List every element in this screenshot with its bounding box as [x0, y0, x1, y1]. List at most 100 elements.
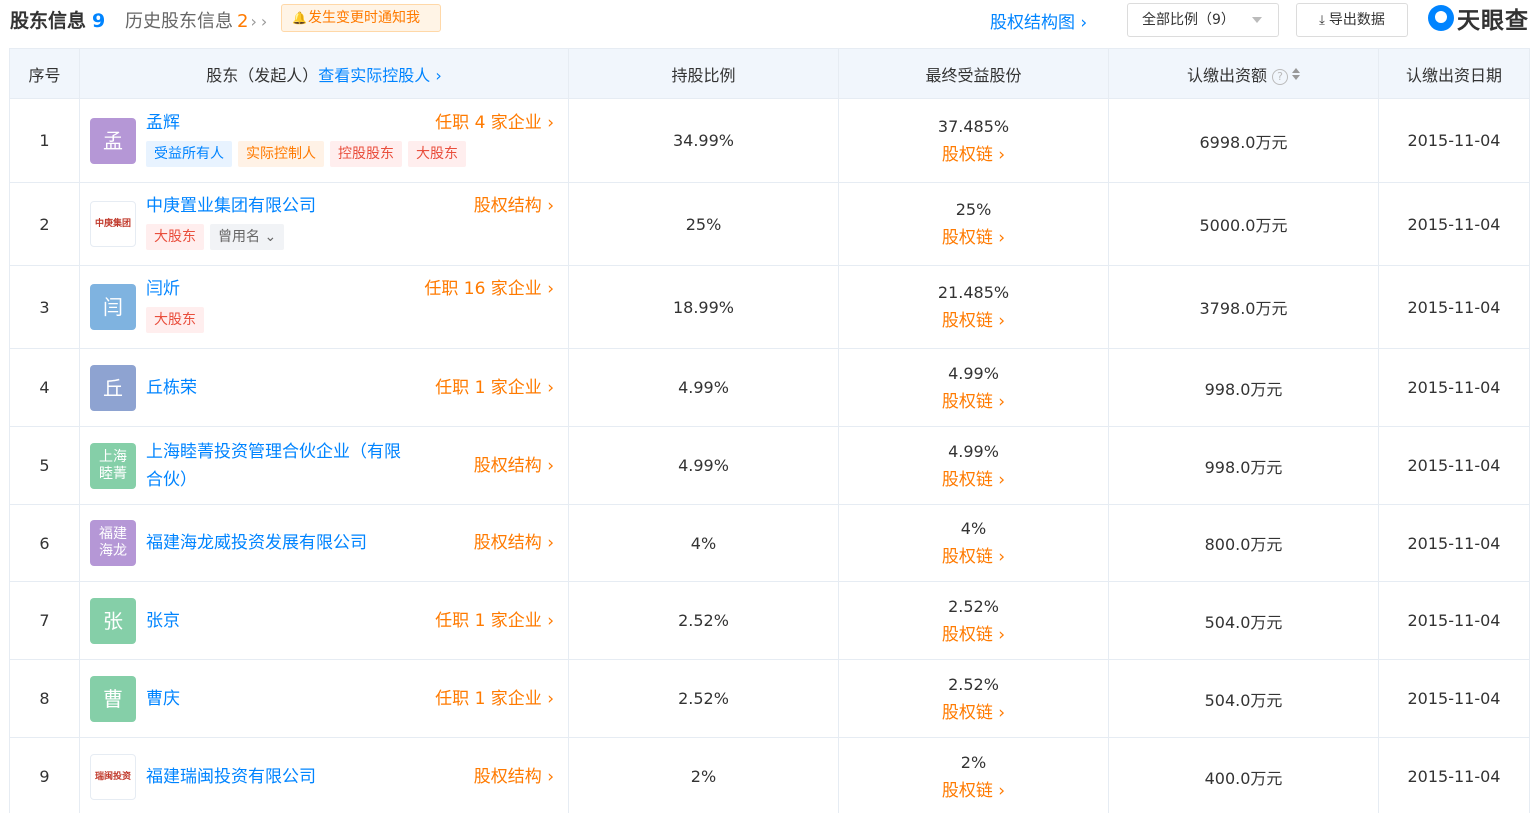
logo-icon: [1428, 5, 1454, 31]
row-index: 3: [9, 265, 80, 349]
holder-name-link[interactable]: 张京: [146, 607, 180, 635]
holding-ratio: 4.99%: [568, 426, 839, 505]
equity-chain-link[interactable]: 股权链 ›: [839, 621, 1108, 649]
chevron-right-icon: ›: [541, 113, 554, 133]
tab-shareholders[interactable]: 股东信息 9: [10, 6, 105, 33]
holder-detail-link[interactable]: 任职 1 家企业 ›: [435, 685, 554, 713]
holder-detail-link[interactable]: 任职 1 家企业 ›: [435, 374, 554, 402]
subscribed-amount: 998.0万元: [1108, 348, 1379, 427]
holder-name-link[interactable]: 福建海龙威投资发展有限公司: [146, 529, 367, 557]
holder-name-link[interactable]: 福建瑞闽投资有限公司: [146, 763, 316, 791]
equity-chain-label: 股权链: [941, 311, 993, 331]
equity-chain-link[interactable]: 股权链 ›: [839, 224, 1108, 252]
col-amount-label: 认缴出资额: [1186, 65, 1267, 85]
subscribed-date: 2015-11-04: [1378, 182, 1530, 266]
equity-chain-label: 股权链: [941, 624, 993, 645]
help-icon[interactable]: ?: [1272, 68, 1288, 85]
chevron-right-icon: ›: [992, 547, 1006, 567]
holder-tags: 大股东 曾用名 ⌄: [146, 224, 285, 250]
subscribed-amount: 504.0万元: [1108, 659, 1379, 738]
final-benefit-cell: 4.99% 股权链 ›: [838, 348, 1109, 427]
chevron-down-icon: [1252, 17, 1262, 23]
holder-tag: 受益所有人: [146, 141, 232, 167]
equity-chain-link[interactable]: 股权链 ›: [839, 307, 1108, 335]
holder-avatar[interactable]: 曹: [90, 676, 136, 722]
bell-icon: 🔔: [292, 11, 307, 25]
subscribed-date: 2015-11-04: [1378, 348, 1530, 427]
tab-history-count: 2: [237, 11, 249, 32]
export-data-button[interactable]: ⤓ 导出数据: [1296, 3, 1408, 37]
holder-detail-link[interactable]: 任职 4 家企业 ›: [435, 109, 554, 137]
row-index: 5: [9, 426, 80, 505]
holding-ratio: 2.52%: [568, 581, 839, 660]
final-benefit-ratio: 2%: [960, 752, 987, 772]
holder-detail-link[interactable]: 股权结构 ›: [474, 192, 554, 220]
holder-avatar[interactable]: 丘: [90, 365, 136, 411]
holder-detail-link[interactable]: 股权结构 ›: [474, 763, 554, 791]
holder-cell: 上海睦菁 上海睦菁投资管理合伙企业（有限合伙） 股权结构 ›: [79, 426, 569, 505]
row-index: 6: [9, 504, 80, 582]
holder-name-link[interactable]: 孟辉: [146, 109, 180, 137]
holder-detail-label: 任职 4 家企业: [435, 113, 542, 133]
ratio-filter-select[interactable]: 全部比例（9）: [1127, 3, 1279, 37]
tab-history-shareholders[interactable]: 历史股东信息 2 ›: [125, 7, 267, 33]
table-row: 4 丘丘栋荣 任职 1 家企业 › 4.99% 4.99% 股权链 › 998.0万元 201…: [9, 348, 1530, 427]
chevron-right-icon: ›: [992, 780, 1006, 801]
equity-chain-link[interactable]: 股权链 ›: [839, 141, 1108, 169]
equity-chain-label: 股权链: [941, 228, 993, 248]
holder-name-link[interactable]: 上海睦菁投资管理合伙企业（有限合伙）: [146, 438, 416, 494]
holder-tag: 大股东: [146, 307, 204, 333]
holder-cell: 瑞闽投资 福建瑞闽投资有限公司 股权结构 ›: [79, 737, 569, 813]
holder-avatar[interactable]: 福建海龙: [90, 520, 136, 566]
holder-avatar[interactable]: 中庚集团: [90, 201, 136, 247]
holder-avatar[interactable]: 瑞闽投资: [90, 754, 136, 800]
table-row: 7 张张京 任职 1 家企业 › 2.52% 2.52% 股权链 › 504.0万元 2015…: [9, 581, 1530, 660]
holder-cell: 张张京 任职 1 家企业 ›: [79, 581, 569, 660]
holder-avatar[interactable]: 上海睦菁: [90, 443, 136, 489]
holder-avatar[interactable]: 孟: [90, 118, 136, 164]
equity-chain-link[interactable]: 股权链 ›: [839, 388, 1108, 416]
holder-detail-label: 股权结构: [473, 196, 542, 216]
holder-detail-link[interactable]: 任职 1 家企业 ›: [435, 607, 554, 635]
holder-tag[interactable]: 曾用名 ⌄: [210, 224, 285, 250]
holding-ratio: 25%: [568, 182, 839, 266]
holder-detail-link[interactable]: 股权结构 ›: [474, 452, 554, 480]
export-label: 导出数据: [1328, 12, 1385, 28]
equity-chain-label: 股权链: [941, 469, 993, 490]
view-actual-controller-link[interactable]: 查看实际控股人 ›: [318, 66, 442, 85]
holder-tags: 受益所有人 实际控制人 控股股东 大股东: [146, 141, 466, 167]
holder-name-link[interactable]: 曹庆: [146, 685, 180, 713]
table-header-row: 序号 股东（发起人）查看实际控股人 › 持股比例 最终受益股份 认缴出资额? 认…: [9, 48, 1530, 99]
holder-name-link[interactable]: 丘栋荣: [146, 374, 197, 402]
chevron-right-icon: ›: [541, 533, 554, 553]
holder-avatar[interactable]: 闫: [90, 284, 136, 330]
holder-detail-link[interactable]: 任职 16 家企业 ›: [424, 275, 554, 303]
chevron-right-icon: ›: [541, 767, 554, 787]
holder-name-link[interactable]: 闫炘: [146, 275, 180, 303]
final-benefit-ratio: 2.52%: [948, 596, 999, 616]
equity-chain-link[interactable]: 股权链 ›: [839, 543, 1108, 571]
final-benefit-cell: 37.485% 股权链 ›: [838, 98, 1109, 183]
holder-tag: 大股东: [408, 141, 466, 167]
chevron-right-icon: ›: [250, 12, 267, 31]
holder-avatar[interactable]: 张: [90, 598, 136, 644]
col-amount[interactable]: 认缴出资额?: [1108, 48, 1379, 99]
equity-chain-label: 股权链: [941, 391, 993, 412]
subscribed-amount: 6998.0万元: [1108, 98, 1379, 183]
subscribed-amount: 504.0万元: [1108, 581, 1379, 660]
holder-name-link[interactable]: 中庚置业集团有限公司: [146, 192, 316, 220]
equity-chain-link[interactable]: 股权链 ›: [839, 699, 1108, 727]
equity-chain-link[interactable]: 股权链 ›: [839, 466, 1108, 494]
notify-label: 发生变更时通知我: [308, 10, 420, 26]
equity-chain-link[interactable]: 股权链 ›: [839, 777, 1108, 805]
final-benefit-cell: 4% 股权链 ›: [838, 504, 1109, 582]
holder-tag: 实际控制人: [238, 141, 324, 167]
subscribed-date: 2015-11-04: [1378, 737, 1530, 813]
sort-icon[interactable]: [1292, 67, 1300, 80]
subscribed-date: 2015-11-04: [1378, 426, 1530, 505]
holder-detail-link[interactable]: 股权结构 ›: [474, 529, 554, 557]
brand-logo: 天眼查: [1428, 2, 1529, 34]
equity-structure-link[interactable]: 股权结构图 ›: [990, 8, 1087, 33]
notify-on-change-button[interactable]: 🔔发生变更时通知我: [281, 4, 441, 32]
view-actual-controller-label: 查看实际控股人: [318, 65, 431, 85]
